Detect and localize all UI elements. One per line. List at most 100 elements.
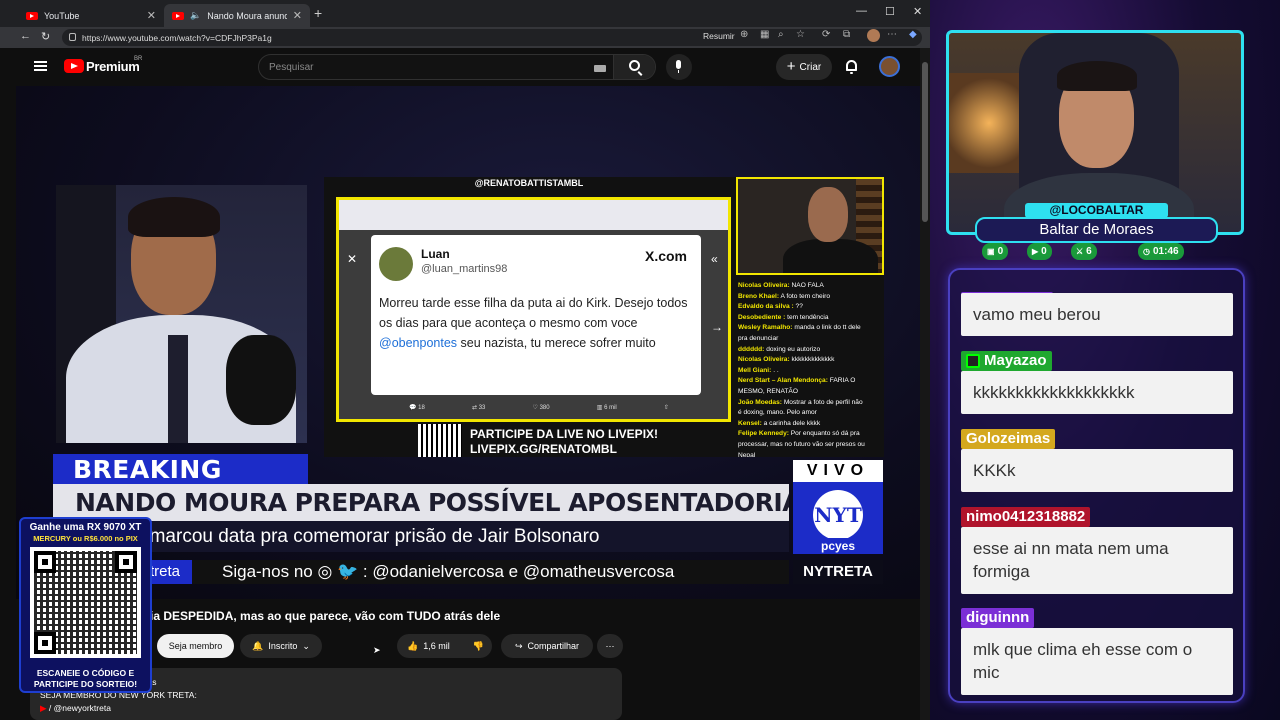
close-window-icon[interactable]: ✕ xyxy=(913,5,922,18)
speaker-icon[interactable]: 🔈 xyxy=(190,10,201,21)
streamer-name: Baltar de Moraes xyxy=(975,217,1218,243)
promo-line3: ESCANEIE O CÓDIGO E xyxy=(36,668,135,678)
chevron-down-icon: ⌄ xyxy=(302,640,310,651)
account-avatar[interactable] xyxy=(879,56,900,77)
search-button[interactable] xyxy=(613,55,655,79)
stream-chat-text: doxing eu autorizo xyxy=(766,345,821,353)
extensions-icon[interactable]: ⧉ xyxy=(843,29,850,40)
url-field[interactable]: https://www.youtube.com/watch?v=CDFJhP3P… xyxy=(62,29,922,46)
tweet-text: Morreu tarde esse filha da puta ai do Ki… xyxy=(379,293,693,353)
join-button[interactable]: Seja membro xyxy=(157,634,234,658)
favorite-star-icon[interactable]: ☆ xyxy=(796,29,805,40)
chat-username: diguinnn xyxy=(961,608,1035,628)
embedded-stream: @RENATOBATTISTAMBL ✕ « → Luan @luan_mart… xyxy=(324,177,884,457)
refresh-extension-icon[interactable]: ⟳ xyxy=(822,29,830,40)
microphone xyxy=(226,335,296,425)
create-label: Criar xyxy=(799,61,822,73)
promo-line4: PARTICIPE DO SORTEIO! xyxy=(33,679,138,689)
like-button[interactable]: 👍 1,6 mil 👎 xyxy=(397,634,492,658)
lock-icon xyxy=(69,33,76,41)
stream-chat-text: ?? xyxy=(795,303,803,311)
stream-chat-line: Nepal xyxy=(738,451,884,458)
channel-link[interactable]: / @newyorktreta xyxy=(49,703,111,713)
tweet-author: Luan xyxy=(421,247,450,261)
headline-banner: NANDO MOURA PREPARA POSSÍVEL APOSENTADOR… xyxy=(53,484,789,521)
stream-chat-line: é doxing, mano. Pelo amor xyxy=(738,408,884,419)
stream-chat-log: Nicolas Oliveira: NAO FALA Breno Khael: A… xyxy=(736,279,884,457)
chat-text: mlk que clima eh esse com o mic xyxy=(961,628,1233,695)
stream-chat-text: pra denunciar xyxy=(738,334,779,342)
live-label: VIVO xyxy=(793,460,883,482)
menu-dots-icon[interactable]: ⋯ xyxy=(887,29,897,40)
streamer-handle: @LOCOBALTAR xyxy=(1025,203,1168,218)
read-aloud-icon[interactable]: ⊕ xyxy=(740,29,748,40)
share-button[interactable]: ↪ Compartilhar xyxy=(501,634,593,658)
keyboard-icon[interactable] xyxy=(594,65,606,72)
x-logo: X.com xyxy=(644,248,687,264)
youtube-mini-icon: ▶ xyxy=(40,703,47,713)
stream-handle: @RENATOBATTISTAMBL xyxy=(474,178,584,188)
search-input[interactable]: Pesquisar xyxy=(258,54,656,80)
sword-count: 6 xyxy=(1086,246,1092,257)
voice-search-icon[interactable] xyxy=(666,54,692,80)
notifications-bell-icon[interactable] xyxy=(846,60,857,74)
close-tab-icon[interactable]: ✕ xyxy=(147,9,156,22)
subscribed-button[interactable]: 🔔 Inscrito ⌄ xyxy=(240,634,322,658)
collapse-icon: « xyxy=(711,252,718,266)
stream-chat-text: NAO FALA xyxy=(791,282,824,289)
more-actions-button[interactable]: ⋯ xyxy=(597,634,623,658)
hair xyxy=(128,197,220,237)
more-dots-icon: ⋯ xyxy=(605,640,615,651)
stream-chat-line: Felipe Kennedy: Por enquanto só dá pra xyxy=(738,429,884,440)
shared-screen: ✕ « → Luan @luan_martins98 X.com Morreu … xyxy=(336,197,731,422)
views-value: 6 mil xyxy=(604,405,617,411)
stream-chat-line: Edvaldo da silva : ?? xyxy=(738,302,884,313)
stream-chat-text: MESMO, RENATÃO xyxy=(738,387,798,395)
youtube-count-badge: ▶ 0 xyxy=(1027,243,1052,260)
create-button[interactable]: + Criar xyxy=(776,54,832,80)
replies-value: 18 xyxy=(418,405,425,411)
livepix-banner: PARTICIPE DA LIVE NO LIVEPIX! LIVEPIX.GG… xyxy=(414,422,734,457)
tie xyxy=(168,335,188,443)
tab-active-video[interactable]: 🔈 Nando Moura anuncia DESP ✕ xyxy=(164,4,310,27)
chat-text: esse ai nn mata nem uma formiga xyxy=(961,527,1233,594)
tab-youtube[interactable]: YouTube ✕ xyxy=(18,4,164,27)
thumbs-down-icon[interactable]: 👎 xyxy=(473,641,484,652)
tweet-card: Luan @luan_martins98 X.com Morreu tarde … xyxy=(371,235,701,395)
chat-text: vamo meu berou xyxy=(961,293,1233,336)
description-line3: ▶ / @newyorktreta xyxy=(40,702,612,715)
maximize-icon[interactable]: ☐ xyxy=(885,5,895,18)
url-text: https://www.youtube.com/watch?v=CDFJhP3P… xyxy=(82,32,272,43)
plus-icon: + xyxy=(786,58,796,75)
zoom-icon[interactable]: ⌕ xyxy=(778,29,784,40)
share-icon: ⇧ xyxy=(663,405,669,411)
menu-icon[interactable] xyxy=(34,61,47,71)
promo-line1: Ganhe uma RX 9070 XT xyxy=(29,522,142,533)
page-scrollbar[interactable] xyxy=(920,48,930,720)
minimize-icon[interactable]: — xyxy=(856,5,867,17)
copilot-icon[interactable]: ◆ xyxy=(909,29,917,40)
scroll-thumb[interactable] xyxy=(922,62,928,222)
apps-icon[interactable]: ▦ xyxy=(760,29,769,40)
stream-chat-user: Wesley Ramalho: xyxy=(738,324,793,332)
stream-chat-user: Kensel: xyxy=(738,419,762,427)
close-tab-icon[interactable]: ✕ xyxy=(293,9,302,22)
retweets-value: 33 xyxy=(478,405,486,411)
share-arrow-icon: ↪ xyxy=(514,640,523,651)
clock-icon: ◷ xyxy=(1143,247,1150,256)
tweet-mention: @obenpontes xyxy=(379,336,458,350)
summarize-button[interactable]: Resumir xyxy=(703,31,735,41)
stream-chat-user: Mell Giani: xyxy=(738,366,772,374)
youtube-logo-icon[interactable] xyxy=(64,59,84,73)
follow-bar: Siga-nos no ◎ 🐦 : @odanielvercosa e @oma… xyxy=(192,560,789,584)
new-tab-icon[interactable]: + xyxy=(314,5,322,21)
bell-icon: 🔔 xyxy=(252,640,264,651)
tweet-text-b: seu nazista, tu merece sofrer muito xyxy=(457,336,656,350)
reload-icon[interactable]: ↻ xyxy=(41,30,50,43)
giveaway-qr-code xyxy=(30,547,141,658)
profile-avatar[interactable] xyxy=(867,29,880,42)
chat-count: 0 xyxy=(997,246,1004,257)
back-icon[interactable]: ← xyxy=(20,30,31,42)
chat-text: KKKk xyxy=(961,449,1233,492)
screen-browser-bar xyxy=(339,200,728,230)
